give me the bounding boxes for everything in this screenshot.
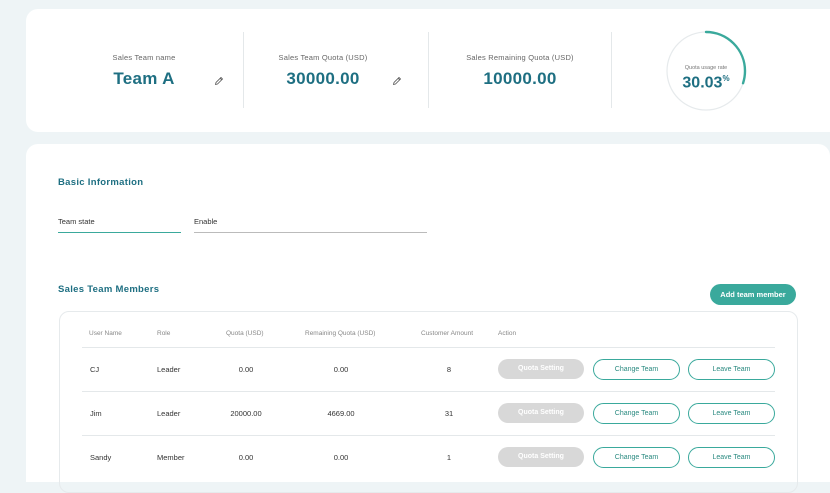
cell-customer-amount: 1 [446, 453, 452, 462]
quota-usage-number: 30.03 [682, 74, 723, 92]
quota-setting-button[interactable]: Quota Setting [498, 403, 584, 423]
change-team-button[interactable]: Change Team [593, 359, 680, 380]
cell-remaining-quota: 0.00 [333, 453, 349, 462]
cell-customer-amount: 31 [444, 409, 454, 418]
table-row: Jim Leader 20000.00 4669.00 31 Quota Set… [82, 391, 775, 436]
quota-setting-button[interactable]: Quota Setting [498, 359, 584, 379]
cell-role: Member [157, 453, 185, 462]
cell-quota: 0.00 [238, 453, 254, 462]
leave-team-button[interactable]: Leave Team [688, 447, 775, 468]
column-header-customer-amount: Customer Amount [421, 330, 474, 337]
members-table: User Name Role Quota (USD) Remaining Quo… [59, 311, 798, 493]
sales-team-members-title: Sales Team Members [58, 284, 160, 295]
team-name-label: Sales Team name [112, 53, 176, 62]
remaining-quota-label: Sales Remaining Quota (USD) [466, 53, 574, 62]
table-row: Sandy Member 0.00 0.00 1 Quota Setting C… [82, 435, 775, 480]
basic-information-title: Basic Information [58, 177, 144, 188]
edit-team-name-pencil-icon[interactable] [214, 76, 224, 86]
leave-team-button[interactable]: Leave Team [688, 359, 775, 380]
cell-user-name: CJ [90, 365, 100, 374]
leave-team-button[interactable]: Leave Team [688, 403, 775, 424]
remaining-quota-value: 10000.00 [483, 69, 557, 88]
add-team-member-button[interactable]: Add team member [710, 284, 796, 305]
quota-usage-unit: % [722, 74, 730, 83]
team-quota-stat: Sales Team Quota (USD) 30000.00 [254, 9, 392, 132]
team-quota-label: Sales Team Quota (USD) [278, 53, 368, 62]
column-header-action: Action [498, 330, 517, 337]
divider [243, 32, 244, 108]
divider [611, 32, 612, 108]
column-header-remaining-quota: Remaining Quota (USD) [305, 330, 376, 337]
team-quota-value: 30000.00 [286, 69, 360, 88]
divider [428, 32, 429, 108]
table-row: CJ Leader 0.00 0.00 8 Quota Setting Chan… [82, 347, 775, 392]
edit-quota-pencil-icon[interactable] [392, 76, 402, 86]
cell-quota: 0.00 [238, 365, 254, 374]
details-card: Basic Information Team state Enable Sale… [26, 144, 830, 493]
cell-quota: 20000.00 [230, 409, 262, 418]
cell-role: Leader [157, 409, 181, 418]
cell-user-name: Sandy [90, 453, 112, 462]
team-state-label: Team state [58, 217, 181, 233]
cell-user-name: Jim [90, 409, 102, 418]
cell-remaining-quota: 4669.00 [327, 409, 355, 418]
change-team-button[interactable]: Change Team [593, 447, 680, 468]
cell-customer-amount: 8 [446, 365, 452, 374]
quota-usage-value: 30.03% [664, 74, 748, 92]
team-name-stat: Sales Team name Team A [76, 9, 212, 132]
cell-role: Leader [157, 365, 181, 374]
column-header-role: Role [157, 330, 171, 337]
summary-card: Sales Team name Team A Sales Team Quota … [26, 9, 830, 132]
quota-usage-gauge: Quota usage rate 30.03% [664, 29, 748, 113]
cell-remaining-quota: 0.00 [333, 365, 349, 374]
remaining-quota-stat: Sales Remaining Quota (USD) 10000.00 [446, 9, 594, 132]
quota-usage-label: Quota usage rate [684, 65, 728, 71]
team-state-value[interactable]: Enable [194, 217, 427, 233]
quota-setting-button[interactable]: Quota Setting [498, 447, 584, 467]
change-team-button[interactable]: Change Team [593, 403, 680, 424]
column-header-user-name: User Name [89, 330, 122, 337]
column-header-quota: Quota (USD) [226, 330, 264, 337]
team-name-value: Team A [113, 69, 175, 88]
